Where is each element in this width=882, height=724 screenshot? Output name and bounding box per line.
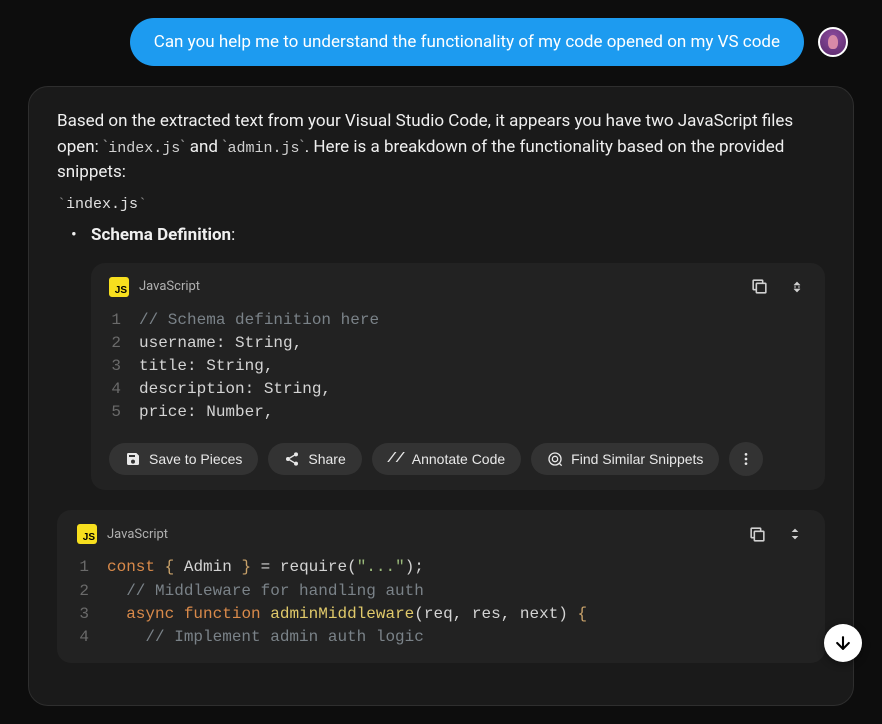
code-language-label: JS JavaScript (109, 277, 200, 297)
user-message-row: Can you help me to understand the functi… (28, 18, 854, 66)
line-content: // Middleware for handling auth (107, 580, 424, 603)
line-content: title: String, (139, 355, 273, 378)
bullet-list: Schema Definition: (57, 225, 825, 245)
code-line: 2username: String, (109, 332, 807, 355)
save-to-pieces-button[interactable]: Save to Pieces (109, 443, 258, 475)
line-number: 3 (77, 603, 107, 626)
line-number: 4 (77, 626, 107, 649)
code-block: JS JavaScript 1const { Admin } = require… (57, 510, 825, 663)
inline-code-file2: admin.js (227, 140, 299, 157)
line-content: const { Admin } = require("..."); (107, 556, 424, 579)
response-intro: Based on the extracted text from your Vi… (57, 109, 825, 186)
collapse-icon[interactable] (787, 277, 807, 297)
avatar[interactable] (818, 27, 848, 57)
collapse-icon[interactable] (785, 524, 805, 544)
code-block: JS JavaScript 1// Schema definition here… (91, 263, 825, 491)
code-line: 1const { Admin } = require("..."); (77, 556, 805, 579)
js-badge-icon: JS (77, 524, 97, 544)
scroll-down-button[interactable] (824, 624, 862, 662)
line-content: // Implement admin auth logic (107, 626, 424, 649)
find-similar-button[interactable]: Find Similar Snippets (531, 443, 719, 475)
code-line: 4 // Implement admin auth logic (77, 626, 805, 649)
line-number: 5 (109, 401, 139, 424)
code-line: 3 async function adminMiddleware(req, re… (77, 603, 805, 626)
language-text: JavaScript (139, 279, 200, 294)
file-heading: `index.js` (57, 196, 825, 213)
inline-code-file1: index.js (108, 140, 180, 157)
assistant-response-card: Based on the extracted text from your Vi… (28, 86, 854, 706)
intro-mid: and (186, 137, 223, 157)
copy-icon[interactable] (747, 524, 767, 544)
code-line: 3title: String, (109, 355, 807, 378)
line-number: 1 (77, 556, 107, 579)
code-actions-bar: Save to Pieces Share // Annotate Code Fi… (109, 442, 807, 476)
code-line: 1// Schema definition here (109, 309, 807, 332)
line-content: // Schema definition here (139, 309, 379, 332)
code-language-label: JS JavaScript (77, 524, 168, 544)
code-line: 4description: String, (109, 378, 807, 401)
avatar-image (828, 35, 838, 49)
code-line: 2 // Middleware for handling auth (77, 580, 805, 603)
copy-icon[interactable] (749, 277, 769, 297)
line-number: 2 (109, 332, 139, 355)
share-button[interactable]: Share (268, 443, 361, 475)
code-line: 5price: Number, (109, 401, 807, 424)
line-content: username: String, (139, 332, 302, 355)
more-actions-button[interactable] (729, 442, 763, 476)
line-content: price: Number, (139, 401, 273, 424)
line-number: 3 (109, 355, 139, 378)
js-badge-icon: JS (109, 277, 129, 297)
annotate-code-button[interactable]: // Annotate Code (372, 443, 521, 475)
line-number: 1 (109, 309, 139, 332)
line-content: description: String, (139, 378, 331, 401)
line-number: 4 (109, 378, 139, 401)
bullet-bold: Schema Definition (91, 225, 231, 245)
code-body: 1const { Admin } = require("...");2 // M… (77, 556, 805, 649)
code-header: JS JavaScript (77, 524, 805, 544)
line-number: 2 (77, 580, 107, 603)
language-text: JavaScript (107, 527, 168, 542)
annotate-icon: // (388, 451, 404, 467)
list-item: Schema Definition: (71, 225, 825, 245)
code-header: JS JavaScript (109, 277, 807, 297)
line-content: async function adminMiddleware(req, res,… (107, 603, 587, 626)
user-message-bubble: Can you help me to understand the functi… (130, 18, 804, 66)
user-message-text: Can you help me to understand the functi… (154, 32, 780, 52)
code-body: 1// Schema definition here2username: Str… (109, 309, 807, 425)
